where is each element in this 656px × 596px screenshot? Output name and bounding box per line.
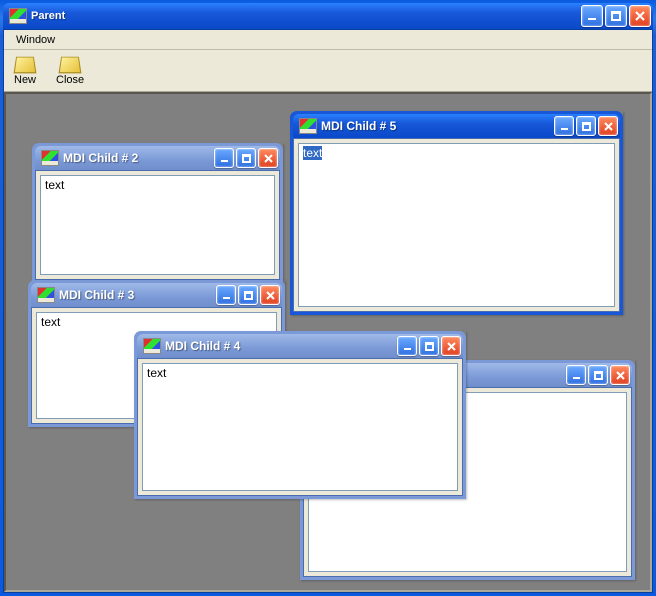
close-button[interactable] [441,336,461,356]
child-window-5[interactable]: MDI Child # 5 text [290,111,623,315]
child-frame: MDI Child # 5 text [290,111,623,315]
child-client-area: text [137,358,463,496]
folder-close-icon [59,57,82,74]
child-client-area: text [35,170,280,280]
maximize-button[interactable] [419,336,439,356]
folder-new-icon [14,57,37,74]
close-button[interactable] [258,148,278,168]
child-window-controls [216,285,282,305]
menu-window[interactable]: Window [8,32,63,48]
close-button[interactable] [598,116,618,136]
app-icon [299,118,315,134]
maximize-button[interactable] [236,148,256,168]
child-titlebar[interactable]: MDI Child # 4 [137,334,463,358]
parent-window-controls [581,5,653,27]
child-title: MDI Child # 5 [319,119,396,133]
app-icon [143,338,159,354]
maximize-button[interactable] [605,5,627,27]
selected-text: text [303,146,322,160]
child-frame: MDI Child # 4 text [134,331,466,499]
minimize-button[interactable] [581,5,603,27]
mdi-client-area[interactable]: MDI Child # 2 text MDI Child # 3 [4,92,652,592]
minimize-button[interactable] [566,365,586,385]
child-titlebar[interactable]: MDI Child # 3 [31,283,282,307]
child-titlebar[interactable]: MDI Child # 2 [35,146,280,170]
close-button[interactable] [260,285,280,305]
child-frame: MDI Child # 2 text [32,143,283,283]
toolbar: New Close [4,50,652,92]
child-window-controls [566,365,632,385]
textbox[interactable]: text [298,143,615,307]
close-button[interactable] [629,5,651,27]
parent-titlebar[interactable]: Parent [3,3,653,29]
child-window-controls [397,336,463,356]
toolbar-new-button[interactable]: New [10,53,40,88]
child-window-4[interactable]: MDI Child # 4 text [134,331,466,499]
app-icon [37,287,53,303]
child-window-2[interactable]: MDI Child # 2 text [32,143,283,283]
app-icon [9,8,25,24]
toolbar-close-button[interactable]: Close [52,53,88,88]
parent-title: Parent [29,10,65,22]
parent-client-area: Window New Close MDI Child # 2 [3,29,653,593]
parent-window: Parent Window New Close [0,0,656,596]
maximize-button[interactable] [588,365,608,385]
maximize-button[interactable] [238,285,258,305]
child-window-controls [554,116,620,136]
child-title: MDI Child # 2 [61,151,138,165]
child-titlebar[interactable]: MDI Child # 5 [293,114,620,138]
toolbar-close-label: Close [56,74,84,86]
minimize-button[interactable] [216,285,236,305]
minimize-button[interactable] [397,336,417,356]
minimize-button[interactable] [214,148,234,168]
app-icon [41,150,57,166]
menubar: Window [4,30,652,50]
maximize-button[interactable] [576,116,596,136]
child-window-controls [214,148,280,168]
child-client-area: text [293,138,620,312]
toolbar-new-label: New [14,74,36,86]
minimize-button[interactable] [554,116,574,136]
textbox[interactable]: text [40,175,275,275]
textbox[interactable]: text [142,363,458,491]
child-title: MDI Child # 4 [163,339,240,353]
close-button[interactable] [610,365,630,385]
child-title: MDI Child # 3 [57,288,134,302]
